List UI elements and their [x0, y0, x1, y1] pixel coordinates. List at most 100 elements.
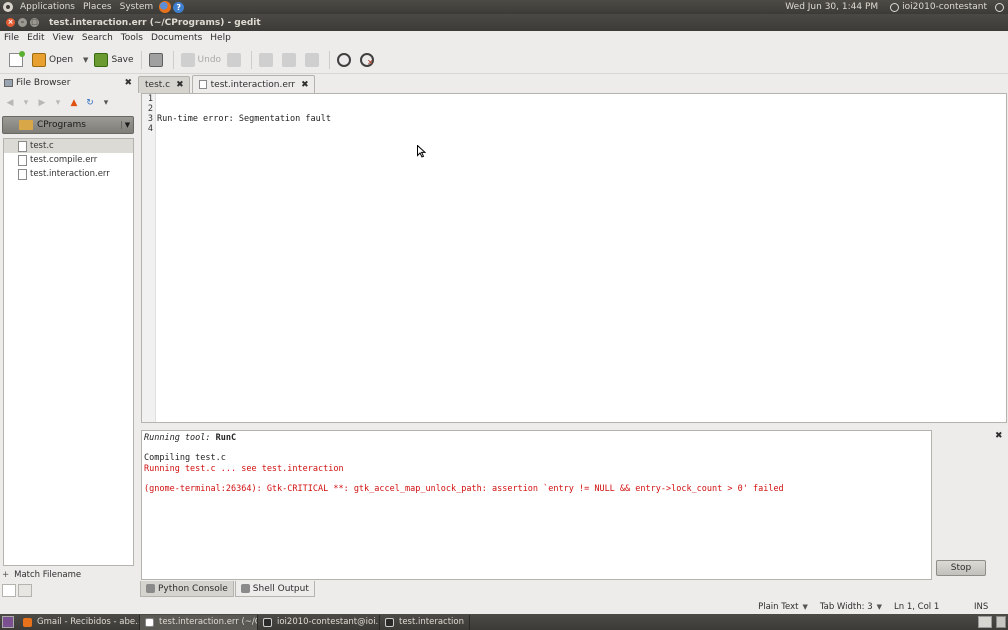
- code-line[interactable]: [157, 124, 331, 134]
- new-button[interactable]: [6, 48, 29, 72]
- close-tab-icon[interactable]: ✖: [301, 80, 309, 90]
- menu-places[interactable]: Places: [79, 0, 116, 14]
- menu-search[interactable]: Search: [78, 31, 117, 46]
- workspace-switcher[interactable]: [978, 616, 992, 628]
- file-browser-icon: [4, 79, 13, 87]
- back-history-chevron-down-icon[interactable]: ▾: [20, 98, 32, 108]
- forward-arrow-icon[interactable]: ▶: [36, 98, 48, 108]
- menu-edit[interactable]: Edit: [23, 31, 48, 46]
- forward-history-chevron-down-icon[interactable]: ▾: [52, 98, 64, 108]
- minimize-window-button[interactable]: –: [18, 18, 27, 27]
- up-folder-icon[interactable]: ▲: [68, 98, 80, 108]
- show-desktop-button[interactable]: [2, 616, 14, 628]
- side-pane-title: File Browser: [16, 78, 71, 88]
- menu-tools[interactable]: Tools: [117, 31, 147, 46]
- menu-system[interactable]: System: [116, 0, 158, 14]
- toolbar-separator: [329, 50, 331, 69]
- match-filename-expander[interactable]: + Match Filename: [2, 568, 81, 582]
- find-button[interactable]: [334, 48, 357, 72]
- tab-label: test.c: [145, 80, 171, 90]
- power-icon[interactable]: [995, 2, 1004, 12]
- tab-python-console[interactable]: Python Console: [140, 581, 234, 597]
- close-side-pane-icon[interactable]: ✖: [124, 78, 132, 88]
- window-title: test.interaction.err (~/CPrograms) - ged…: [49, 17, 261, 28]
- editor-content[interactable]: Run-time error: Segmentation fault: [157, 94, 331, 134]
- text-file-icon: [18, 154, 27, 166]
- shell-output[interactable]: Running tool: RunC Compiling test.c Runn…: [141, 430, 932, 580]
- find-replace-button[interactable]: [357, 48, 380, 72]
- cut-icon: [259, 52, 274, 67]
- copy-button[interactable]: [279, 48, 302, 72]
- clock[interactable]: Wed Jun 30, 1:44 PM: [781, 0, 882, 14]
- redo-icon: [227, 52, 242, 67]
- code-line[interactable]: [157, 104, 331, 114]
- output-blank-line: [144, 474, 931, 484]
- file-item[interactable]: test.interaction.err: [4, 167, 133, 181]
- file-browser-tab[interactable]: [18, 584, 32, 597]
- taskbar-item-label: Gmail - Recibidos - abe...: [37, 617, 140, 627]
- stop-button[interactable]: Stop: [936, 560, 986, 576]
- cut-button[interactable]: [256, 48, 279, 72]
- close-tab-icon[interactable]: ✖: [176, 80, 184, 90]
- line-number: 4: [147, 124, 153, 134]
- taskbar-item[interactable]: test.interaction.err (~/C...: [140, 614, 258, 630]
- open-recent-chevron-down-icon[interactable]: ▼: [83, 56, 88, 64]
- tab-test-c[interactable]: test.c ✖: [138, 76, 190, 93]
- copy-icon: [282, 52, 297, 67]
- close-bottom-pane-icon[interactable]: ✖: [995, 431, 1003, 441]
- tab-width-select[interactable]: Tab Width: 3 ▼: [814, 602, 888, 612]
- firefox-icon: [23, 617, 32, 627]
- help-icon[interactable]: ?: [173, 1, 185, 13]
- bottom-pane: Running tool: RunC Compiling test.c Runn…: [138, 427, 1008, 599]
- chevron-down-icon: ▼: [802, 603, 808, 611]
- cursor-position: Ln 1, Col 1: [894, 602, 940, 612]
- menu-file[interactable]: File: [0, 31, 23, 46]
- menu-help[interactable]: Help: [206, 31, 235, 46]
- find-replace-icon: [360, 52, 375, 67]
- save-button[interactable]: Save: [91, 48, 136, 72]
- file-item-label: test.c: [30, 141, 54, 151]
- tab-shell-output[interactable]: Shell Output: [234, 581, 315, 597]
- user-name[interactable]: ioi2010-contestant: [902, 2, 987, 12]
- tab-test-interaction-err[interactable]: test.interaction.err ✖: [191, 75, 315, 93]
- open-button[interactable]: Open ▼: [29, 48, 91, 72]
- documents-tab[interactable]: [2, 584, 16, 597]
- match-filename-label: Match Filename: [14, 570, 82, 580]
- file-item[interactable]: test.compile.err: [4, 153, 133, 167]
- refresh-icon[interactable]: ↻: [84, 98, 96, 108]
- taskbar-item[interactable]: Gmail - Recibidos - abe...: [18, 614, 140, 630]
- bottom-panel-right: [978, 616, 1008, 628]
- statusbar: Plain Text ▼ Tab Width: 3 ▼ Ln 1, Col 1 …: [0, 600, 1008, 614]
- paste-button[interactable]: [302, 48, 325, 72]
- ubuntu-logo-icon[interactable]: [3, 2, 13, 12]
- maximize-window-button[interactable]: □: [30, 18, 39, 27]
- paste-icon: [305, 52, 320, 67]
- folder-icon: [19, 120, 33, 130]
- language-select[interactable]: Plain Text ▼: [752, 602, 814, 612]
- code-line[interactable]: Run-time error: Segmentation fault: [157, 114, 331, 124]
- close-window-button[interactable]: ×: [6, 18, 15, 27]
- redo-button[interactable]: [224, 48, 247, 72]
- taskbar-item[interactable]: ioi2010-contestant@ioi...: [258, 614, 380, 630]
- code-line[interactable]: [157, 94, 331, 104]
- menu-applications[interactable]: Applications: [16, 0, 79, 14]
- menu-view[interactable]: View: [49, 31, 78, 46]
- open-folder-icon: [32, 52, 46, 67]
- menubar: File Edit View Search Tools Documents He…: [0, 31, 1008, 46]
- file-item-label: test.interaction.err: [30, 169, 110, 179]
- toolbar-separator: [172, 50, 174, 69]
- firefox-icon[interactable]: [159, 1, 172, 13]
- back-arrow-icon[interactable]: ◀: [4, 98, 16, 108]
- undo-button[interactable]: Undo: [178, 48, 225, 72]
- taskbar-item[interactable]: test.interaction: [380, 614, 470, 630]
- filter-chevron-down-icon[interactable]: ▾: [100, 98, 112, 108]
- print-button[interactable]: [146, 48, 169, 72]
- folder-select[interactable]: CPrograms ▼: [2, 116, 134, 134]
- open-label: Open: [49, 54, 74, 65]
- taskbar-item-label: ioi2010-contestant@ioi...: [277, 617, 380, 627]
- text-editor[interactable]: 1 2 3 4 Run-time error: Segmentation fau…: [141, 93, 1007, 423]
- menu-documents[interactable]: Documents: [147, 31, 206, 46]
- trash-icon[interactable]: [996, 616, 1006, 628]
- file-item[interactable]: test.c: [4, 139, 133, 153]
- file-browser-nav: ◀ ▾ ▶ ▾ ▲ ↻ ▾: [0, 92, 136, 114]
